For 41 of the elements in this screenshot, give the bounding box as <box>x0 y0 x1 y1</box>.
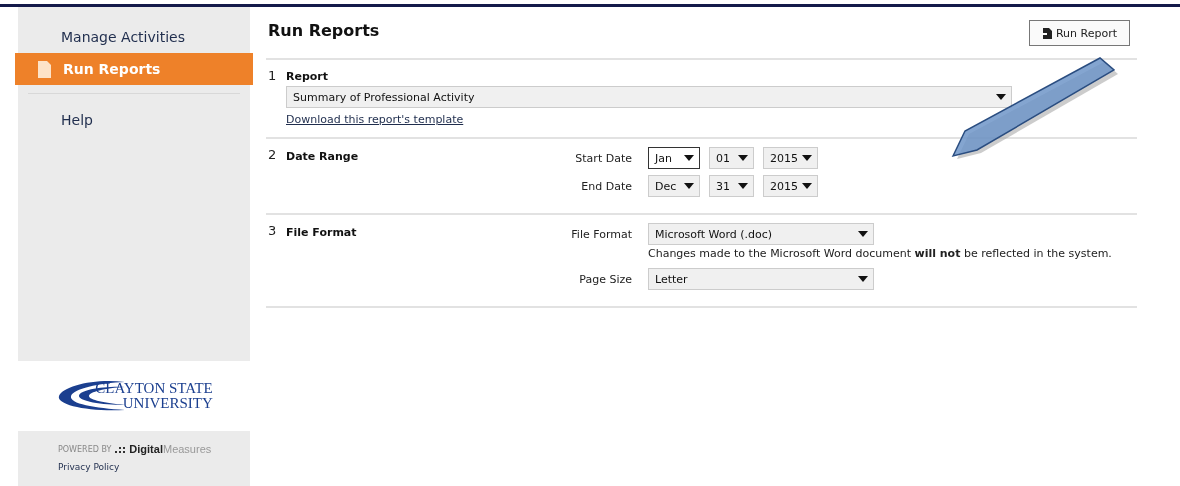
nav-item[interactable]: Manage Activities <box>18 21 250 53</box>
section-title: Date Range <box>286 149 360 165</box>
dropdown[interactable]: Jan <box>648 147 700 169</box>
dots-icon <box>115 445 126 453</box>
dropdown[interactable]: 2015 <box>763 175 818 197</box>
caret-icon <box>738 183 748 189</box>
dropdown[interactable]: Dec <box>648 175 700 197</box>
caret-icon <box>684 155 694 161</box>
field-label: File Format <box>570 227 632 241</box>
dropdown[interactable]: 2015 <box>763 147 818 169</box>
document-icon <box>1041 27 1052 39</box>
dropdown[interactable]: Microsoft Word (.doc) <box>648 223 874 245</box>
caret-icon <box>684 183 694 189</box>
template-download-link[interactable]: Download this report's template <box>286 113 464 126</box>
nav-item[interactable]: Help <box>18 104 250 136</box>
powered-by-label: POWERED BY <box>58 444 112 454</box>
caret-icon <box>858 231 868 237</box>
run-report-button[interactable]: Run Report <box>1028 20 1130 46</box>
warning-note: Changes made to the Microsoft Word document will not be reflected in the system. <box>648 247 1113 260</box>
dropdown[interactable]: Letter <box>648 268 874 290</box>
step-number: 1 <box>267 68 278 85</box>
field-label: End Date <box>580 179 632 193</box>
dropdown[interactable]: 01 <box>709 147 754 169</box>
section-title: Report <box>286 69 330 85</box>
field-label: Start Date <box>574 151 632 165</box>
privacy-policy-link[interactable]: Privacy Policy <box>58 462 120 472</box>
brand-name: DigitalMeasures <box>129 443 212 455</box>
document-icon <box>38 60 51 78</box>
university-logo-text: CLAYTON STATE UNIVERSITY <box>95 381 213 411</box>
caret-icon <box>858 276 868 282</box>
section-title: File Format <box>286 225 358 241</box>
dropdown[interactable]: 31 <box>709 175 754 197</box>
step-number: 2 <box>267 147 278 164</box>
caret-icon <box>738 155 748 161</box>
caret-icon <box>802 183 812 189</box>
field-label: Page Size <box>578 272 632 286</box>
step-number: 3 <box>267 223 278 240</box>
caret-icon <box>802 155 812 161</box>
page-title: Run Reports <box>268 21 380 40</box>
caret-icon <box>996 94 1006 100</box>
dropdown[interactable]: Summary of Professional Activity <box>286 86 1012 108</box>
